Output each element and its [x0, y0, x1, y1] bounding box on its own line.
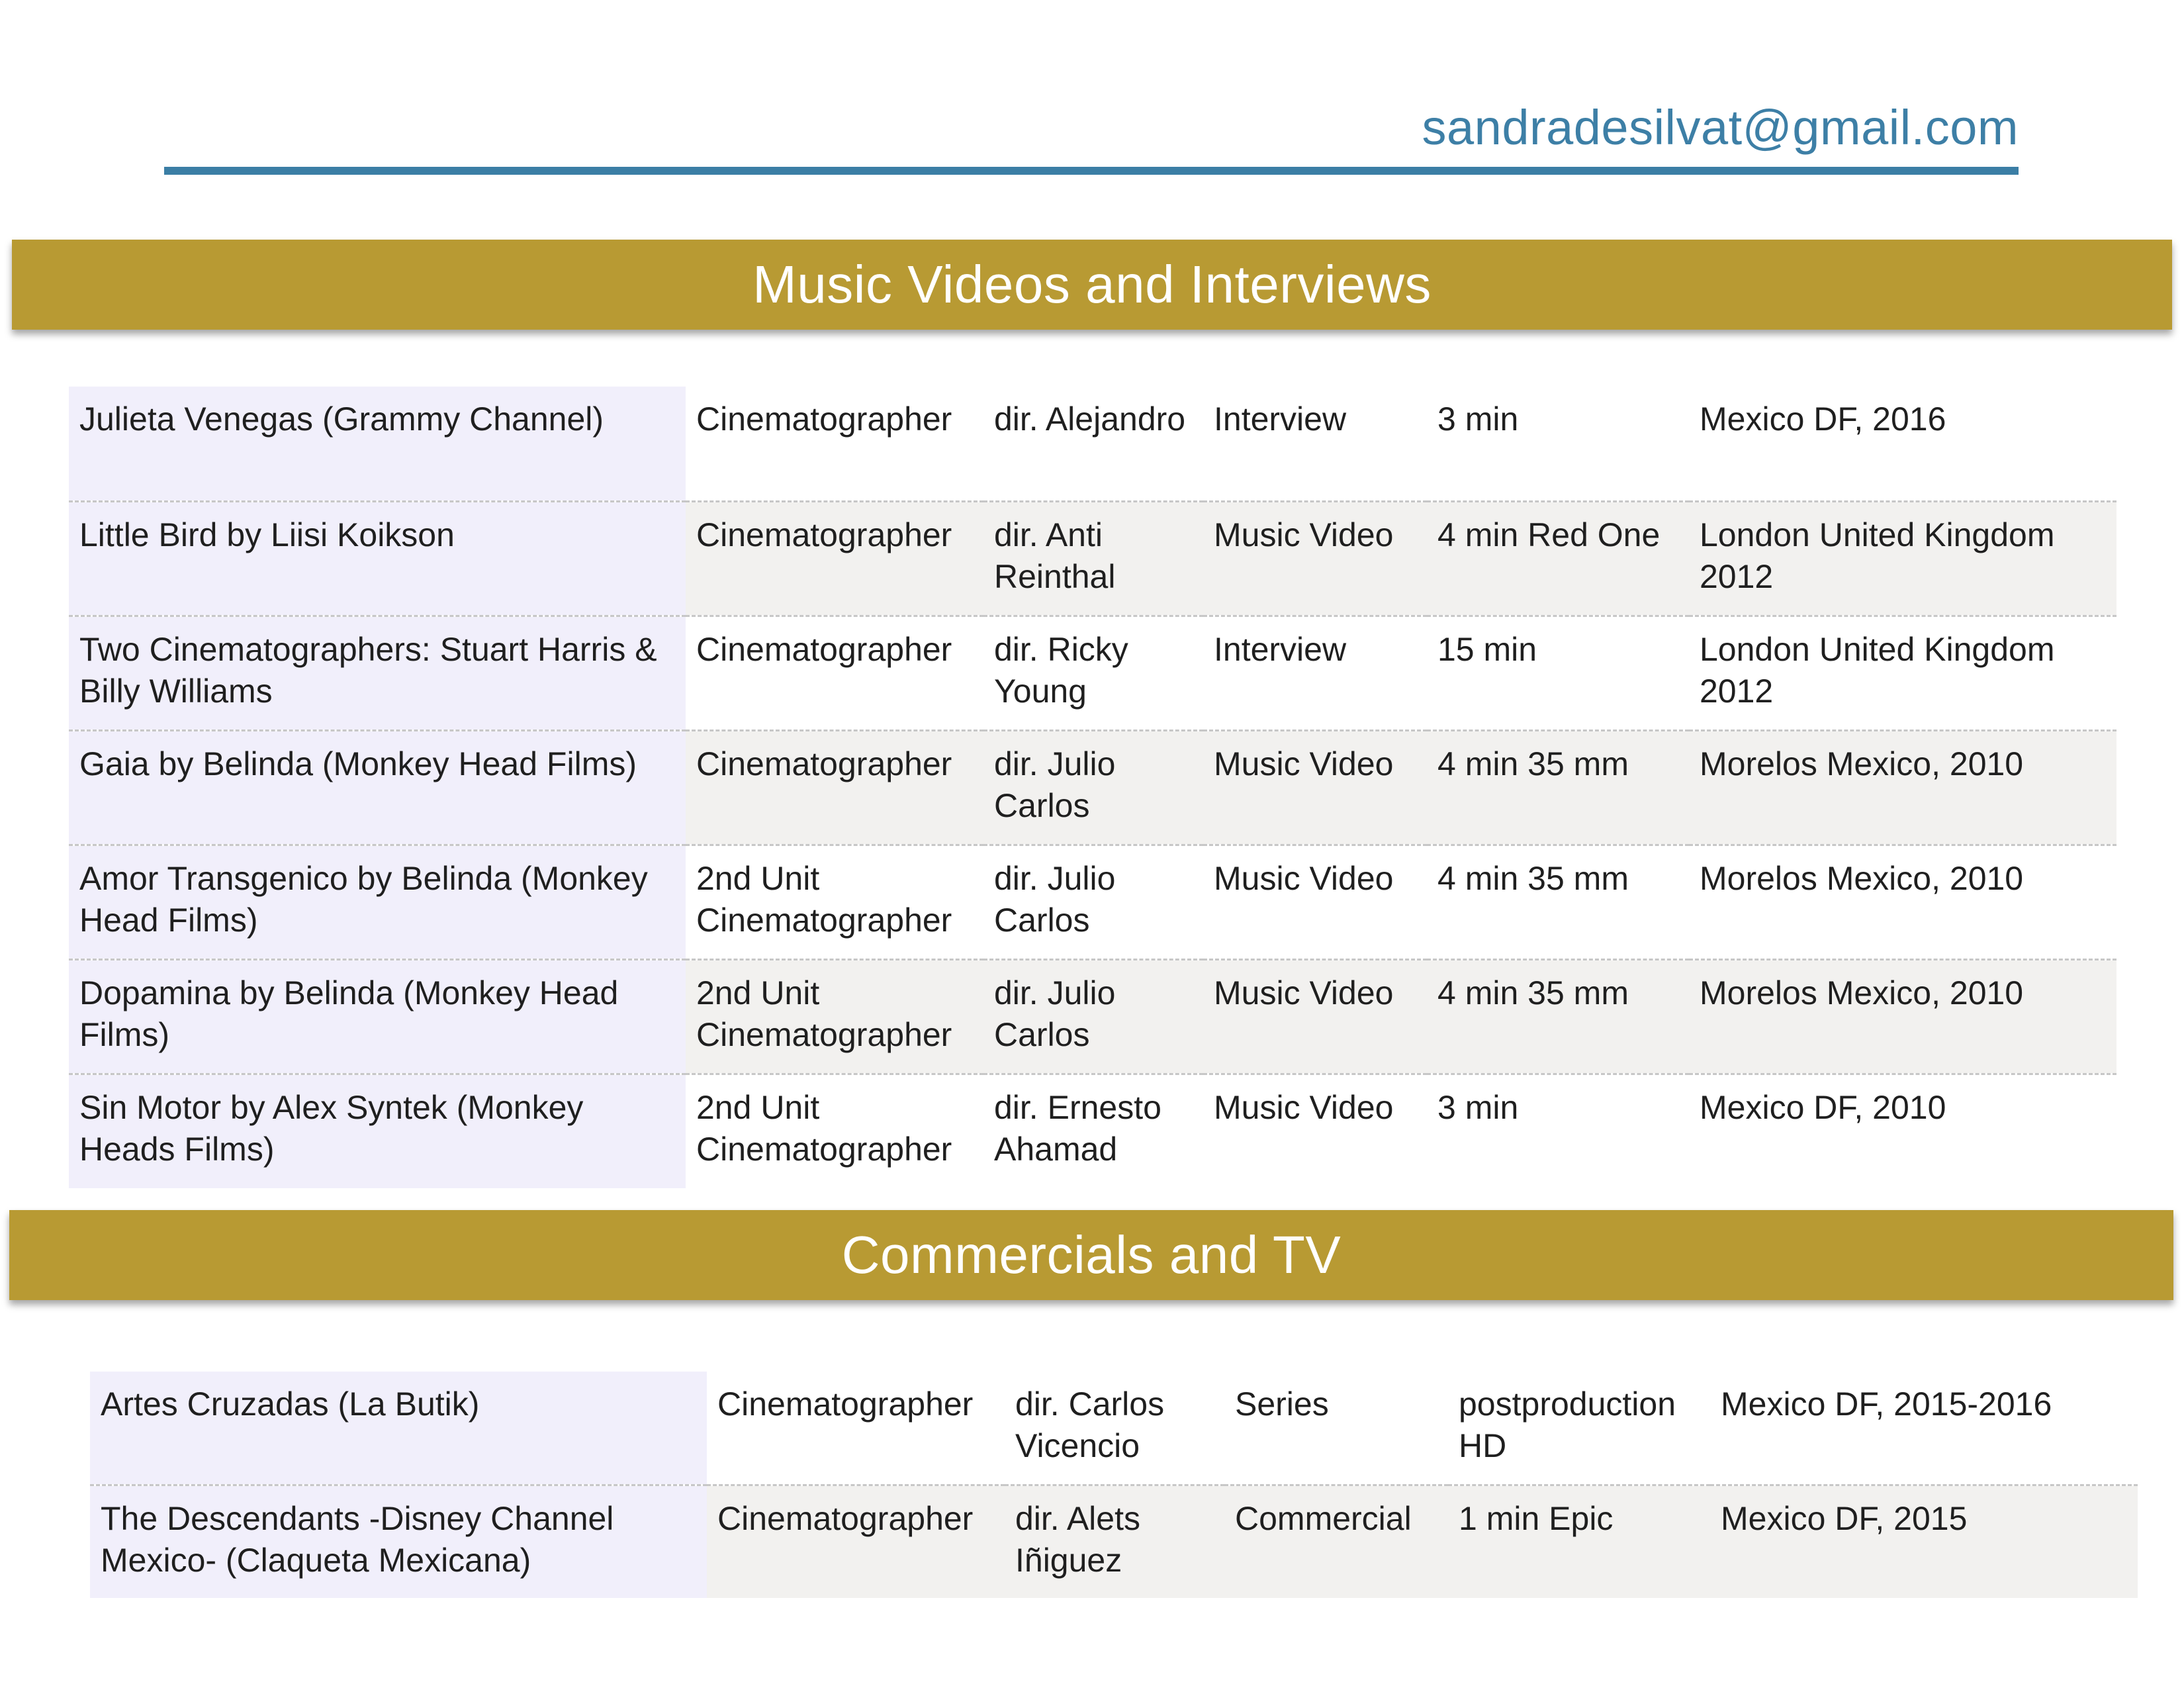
type-cell: Music Video — [1203, 730, 1427, 846]
table-row: Gaia by Belinda (Monkey Head Films) Cine… — [69, 730, 2116, 846]
role-cell: 2nd Unit Cinematographer — [696, 1088, 952, 1168]
section-title: Music Videos and Interviews — [752, 255, 1432, 314]
contact-email: sandradesilvat@gmail.com — [1422, 100, 2019, 155]
role-cell: 2nd Unit Cinematographer — [686, 959, 983, 1075]
project-cell: Dopamina by Belinda (Monkey Head Films) — [69, 959, 686, 1075]
type-cell: Music Video — [1203, 845, 1427, 961]
duration-cell: 4 min 35 mm — [1427, 730, 1689, 846]
commercials-table: Artes Cruzadas (La Butik) Cinematographe… — [90, 1372, 2138, 1598]
director-cell: dir. Julio Carlos — [983, 845, 1203, 961]
project-cell: Artes Cruzadas (La Butik) — [90, 1372, 707, 1486]
project-cell: Amor Transgenico by Belinda (Monkey Head… — [69, 845, 686, 961]
director-cell: dir. Anti Reinthal — [983, 501, 1203, 617]
location-cell: London United Kingdom 2012 — [1689, 501, 2116, 617]
role-cell: Cinematographer — [686, 730, 983, 846]
role-cell: Cinematographer — [707, 1372, 1005, 1486]
role-cell: Cinematographer — [686, 501, 983, 617]
duration-cell: 3 min — [1437, 1088, 1519, 1126]
type-cell: Commercial — [1224, 1485, 1448, 1598]
section-title: Commercials and TV — [841, 1225, 1342, 1284]
type-cell: Music Video — [1214, 1088, 1394, 1126]
type-cell: Music Video — [1203, 959, 1427, 1075]
type-cell: Interview — [1203, 616, 1427, 731]
duration-cell: 4 min 35 mm — [1427, 959, 1689, 1075]
location-cell: Morelos Mexico, 2010 — [1689, 959, 2116, 1075]
director-cell: dir. Julio Carlos — [983, 730, 1203, 846]
type-cell: Series — [1224, 1372, 1448, 1486]
location-cell: Mexico DF, 2016 — [1689, 387, 2116, 502]
project-cell: Little Bird by Liisi Koikson — [69, 501, 686, 617]
duration-cell: 4 min 35 mm — [1427, 845, 1689, 961]
location-cell: Morelos Mexico, 2010 — [1689, 845, 2116, 961]
duration-cell: postproduction HD — [1448, 1372, 1710, 1486]
location-cell: Morelos Mexico, 2010 — [1689, 730, 2116, 846]
location-cell: Mexico DF, 2010 — [1700, 1088, 1946, 1126]
location-cell: Mexico DF, 2015 — [1710, 1485, 2138, 1598]
music-videos-table: Julieta Venegas (Grammy Channel) Cinemat… — [69, 387, 2116, 1188]
director-cell: dir. Alejandro — [983, 387, 1203, 502]
table-row: Artes Cruzadas (La Butik) Cinematographe… — [90, 1372, 2138, 1486]
location-cell: Mexico DF, 2015-2016 — [1710, 1372, 2138, 1486]
director-cell: dir. Julio Carlos — [983, 959, 1203, 1075]
project-cell: Sin Motor by Alex Syntek (Monkey Heads F… — [69, 1074, 686, 1188]
table-row: The Descendants -Disney Channel Mexico- … — [90, 1485, 2138, 1598]
table-row: Two Cinematographers: Stuart Harris & Bi… — [69, 616, 2116, 731]
table-row: Sin Motor by Alex Syntek (Monkey Heads F… — [69, 1074, 2116, 1188]
director-cell: dir. Carlos Vicencio — [1005, 1372, 1224, 1486]
project-cell: Gaia by Belinda (Monkey Head Films) — [69, 730, 686, 846]
type-cell: Interview — [1203, 387, 1427, 502]
director-cell: dir. Ricky Young — [983, 616, 1203, 731]
header-rule — [164, 167, 2019, 175]
project-cell: The Descendants -Disney Channel Mexico- … — [90, 1485, 707, 1598]
section-banner-music-videos: Music Videos and Interviews — [12, 240, 2172, 330]
duration-cell: 1 min Epic — [1448, 1485, 1710, 1598]
section-banner-commercials: Commercials and TV — [9, 1210, 2173, 1300]
director-cell: dir. Alets Iñiguez — [1005, 1485, 1224, 1598]
role-cell: Cinematographer — [686, 387, 983, 502]
project-cell: Two Cinematographers: Stuart Harris & Bi… — [69, 616, 686, 731]
duration-cell: 4 min Red One — [1427, 501, 1689, 617]
director-cell: dir. Ernesto Ahamad — [994, 1088, 1161, 1168]
project-cell: Julieta Venegas (Grammy Channel) — [69, 387, 686, 502]
type-cell: Music Video — [1203, 501, 1427, 617]
location-cell: London United Kingdom 2012 — [1689, 616, 2116, 731]
table-row: Julieta Venegas (Grammy Channel) Cinemat… — [69, 387, 2116, 502]
duration-cell: 3 min — [1427, 387, 1689, 502]
table-row: Dopamina by Belinda (Monkey Head Films) … — [69, 959, 2116, 1075]
role-cell: 2nd Unit Cinematographer — [686, 845, 983, 961]
role-cell: Cinematographer — [686, 616, 983, 731]
duration-cell: 15 min — [1427, 616, 1689, 731]
table-row: Little Bird by Liisi Koikson Cinematogra… — [69, 501, 2116, 617]
role-cell: Cinematographer — [707, 1485, 1005, 1598]
table-row: Amor Transgenico by Belinda (Monkey Head… — [69, 845, 2116, 961]
